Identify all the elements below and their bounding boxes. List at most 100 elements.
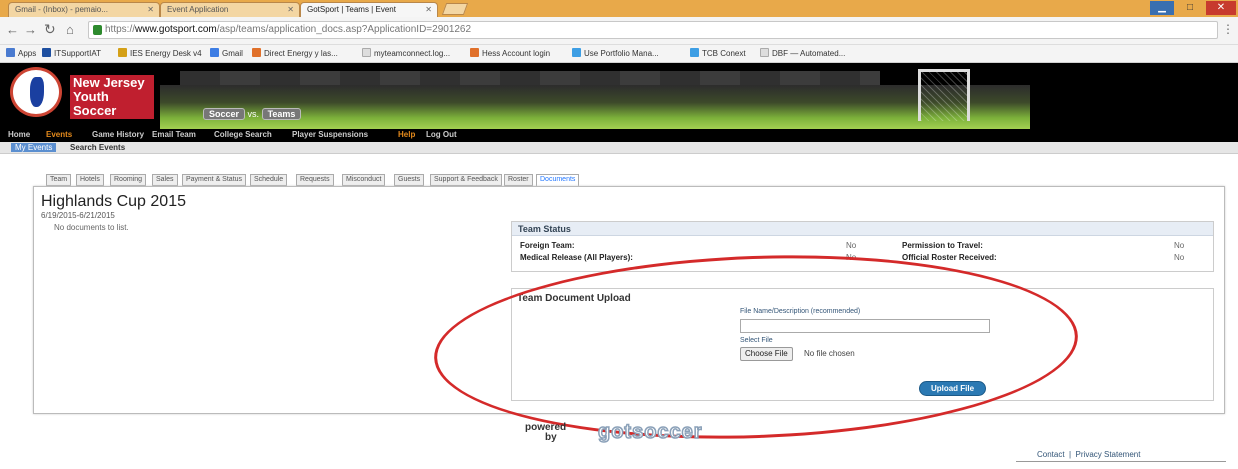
bookmark-label: myteamconnect.log... [374,49,451,58]
bookmark-icon [42,48,51,57]
teams-pill[interactable]: Teams [261,108,302,120]
browser-tab-title: Event Application [167,5,229,14]
powered-by-text: powered by [525,423,566,443]
url-host: www.gotsport.com [135,24,217,35]
bookmark-label: Use Portfolio Mana... [584,49,659,58]
menu-icon[interactable]: ⋮ [1222,22,1234,36]
tab-requests[interactable]: Requests [296,174,334,186]
tab-roster[interactable]: Roster [504,174,533,186]
nav-events[interactable]: Events [46,130,72,139]
bookmark-label: IES Energy Desk v4 [130,49,202,58]
close-icon[interactable]: ✕ [287,5,294,14]
by-label: by [545,432,557,443]
nav-email-team[interactable]: Email Team [152,130,196,139]
bookmark-dbf[interactable]: DBF — Automated... [760,48,845,58]
bookmark-apps[interactable]: Apps [6,48,36,58]
subnav-search-events[interactable]: Search Events [70,143,125,152]
subnav-my-events[interactable]: My Events [11,143,57,152]
tab-hotels[interactable]: Hotels [76,174,104,186]
bookmark-ies-energy[interactable]: IES Energy Desk v4 [118,48,202,58]
bookmark-label: ITSupportIAT [54,49,101,58]
status-label-medical-release: Medical Release (All Players): [520,253,633,262]
new-jersey-shape-icon [30,77,44,107]
bookmark-icon [572,48,581,57]
no-documents-message: No documents to list. [54,223,129,232]
home-icon[interactable]: ⌂ [66,22,74,37]
site-header: New Jersey Youth Soccer Soccer vs. Teams [0,63,1238,129]
tab-guests[interactable]: Guests [394,174,425,186]
status-label-foreign-team: Foreign Team: [520,241,575,250]
tab-rooming[interactable]: Rooming [110,174,147,186]
nav-college-search[interactable]: College Search [214,130,272,139]
goal-net-graphic [918,69,970,121]
bookmark-itsupport[interactable]: ITSupportIAT [42,48,101,58]
status-label-permission-travel: Permission to Travel: [902,241,983,250]
bookmark-label: TCB Conext [702,49,746,58]
file-name-input[interactable] [740,319,990,333]
reload-icon[interactable]: ↻ [44,21,56,38]
tab-team[interactable]: Team [46,174,72,186]
privacy-statement-link[interactable]: Privacy Statement [1076,450,1141,459]
choose-file-button[interactable]: Choose File [740,347,793,361]
select-file-label: Select File [740,337,773,344]
bookmark-myteamconnect[interactable]: myteamconnect.log... [362,48,450,58]
contact-link[interactable]: Contact [1037,450,1065,459]
soccer-vs-teams: Soccer vs. Teams [203,108,302,120]
browser-toolbar: ← → ↻ ⌂ https://www.gotsport.com/asp/tea… [0,17,1238,45]
gotsoccer-logo[interactable]: gotsoccer [597,420,703,444]
nav-log-out[interactable]: Log Out [426,130,457,139]
bookmark-icon [252,48,261,57]
bookmark-gmail[interactable]: Gmail [210,48,243,58]
browser-tab-title: GotSport | Teams | Event [307,5,396,14]
footer-divider [1016,461,1226,462]
close-window-button[interactable]: ✕ [1206,1,1236,15]
bookmark-icon [470,48,479,57]
bookmark-portfolio[interactable]: Use Portfolio Mana... [572,48,659,58]
browser-tab-gotsport[interactable]: GotSport | Teams | Event ✕ [300,2,438,17]
file-name-label: File Name/Description (recommended) [740,308,861,315]
upload-file-button[interactable]: Upload File [919,381,986,396]
bookmark-label: Apps [18,49,37,58]
new-tab-button[interactable] [441,3,469,15]
maximize-button[interactable]: □ [1178,1,1202,15]
apps-icon [6,48,15,57]
tab-support-feedback[interactable]: Support & Feedback [430,174,502,186]
nav-help[interactable]: Help [398,130,415,139]
url-scheme: https:// [105,24,136,35]
browser-tab-gmail[interactable]: Gmail - (Inbox) - pemaio... ✕ [8,2,160,17]
browser-tab-strip: Gmail - (Inbox) - pemaio... ✕ Event Appl… [0,0,1238,17]
lock-icon [93,25,102,35]
forward-arrow-icon[interactable]: → [24,22,37,37]
tab-payment-status[interactable]: Payment & Status [182,174,247,186]
bookmark-direct-energy[interactable]: Direct Energy y las... [252,48,338,58]
nav-game-history[interactable]: Game History [92,130,144,139]
address-bar[interactable]: https://www.gotsport.com/asp/teams/appli… [88,21,1218,39]
minimize-button[interactable]: ▁ [1150,1,1174,15]
page-icon [760,48,769,57]
bookmark-label: DBF — Automated... [772,49,846,58]
tab-sales[interactable]: Sales [152,174,178,186]
team-status-heading: Team Status [512,222,1213,236]
bookmark-tcb[interactable]: TCB Conext [690,48,746,58]
bookmark-label: Gmail [222,49,243,58]
bookmark-label: Hess Account login [482,49,551,58]
upload-title: Team Document Upload [517,293,631,304]
close-icon[interactable]: ✕ [425,5,432,14]
status-value-foreign-team: No [846,241,857,250]
documents-panel: Highlands Cup 2015 6/19/2015-6/21/2015 N… [33,186,1225,414]
url-path: /asp/teams/application_docs.asp?Applicat… [216,24,472,35]
tab-misconduct[interactable]: Misconduct [342,174,386,186]
document-upload-box: Team Document Upload File Name/Descripti… [511,288,1214,401]
bookmark-hess[interactable]: Hess Account login [470,48,550,58]
status-label-official-roster: Official Roster Received: [902,253,997,262]
browser-tab-event-application[interactable]: Event Application ✕ [160,2,300,17]
back-arrow-icon[interactable]: ← [6,22,19,37]
nav-player-suspensions[interactable]: Player Suspensions [292,130,368,139]
team-status-box: Team Status Foreign Team: No Permission … [511,221,1214,272]
tab-schedule[interactable]: Schedule [250,174,288,186]
nav-home[interactable]: Home [8,130,30,139]
close-icon[interactable]: ✕ [147,5,154,14]
soccer-pill[interactable]: Soccer [203,108,246,120]
sub-nav: My Events Search Events [0,142,1238,154]
no-file-chosen-text: No file chosen [804,349,855,358]
